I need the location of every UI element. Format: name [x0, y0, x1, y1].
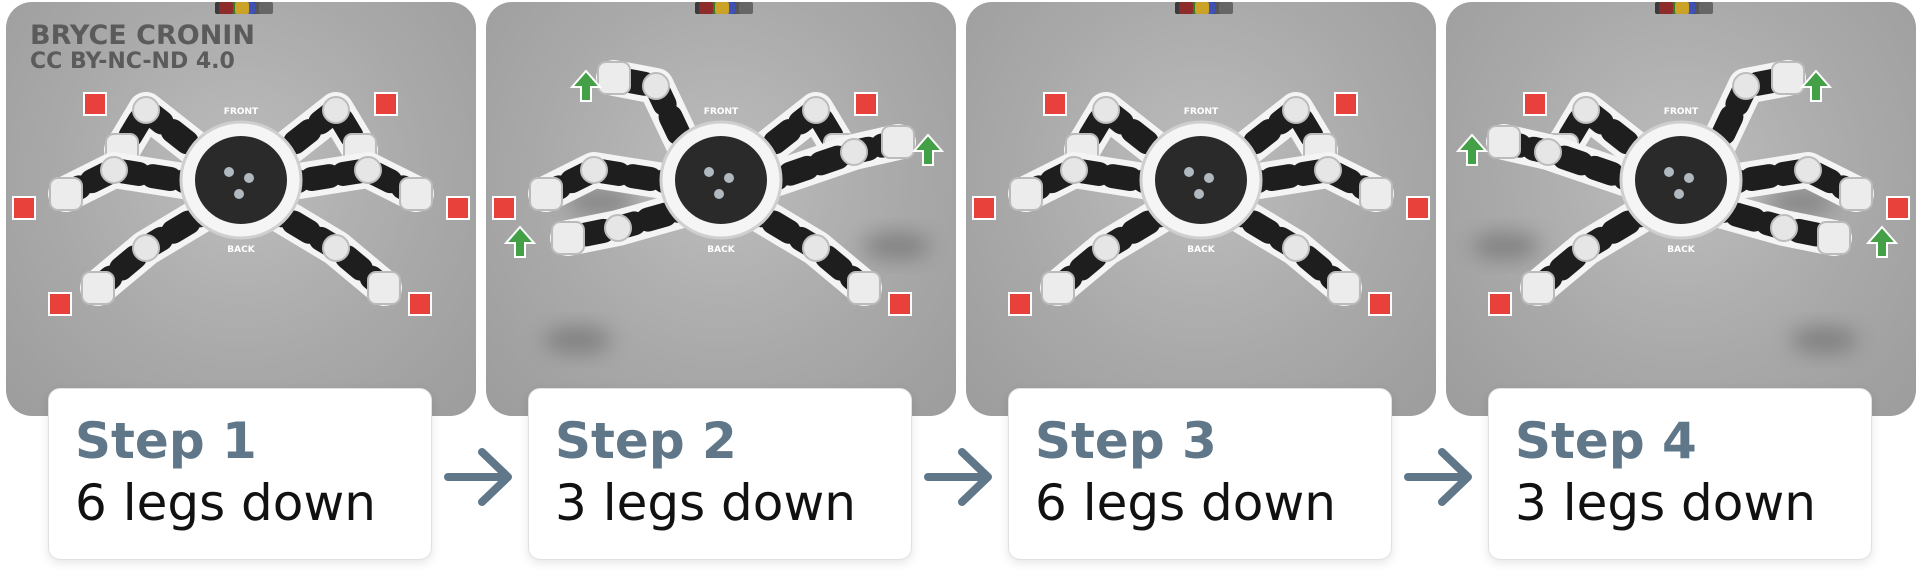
red-square-icon: [1523, 92, 1547, 116]
step-2-card: Step 2 3 legs down: [528, 388, 912, 560]
step-2-photo: FRONT BACK: [486, 2, 956, 416]
front-label: FRONT: [1664, 107, 1699, 117]
step-2-description: 3 legs down: [555, 474, 856, 532]
back-label: BACK: [227, 245, 255, 255]
step-4-description: 3 legs down: [1515, 474, 1816, 532]
robot-body: [1139, 2, 1263, 240]
red-square-icon: [12, 196, 36, 220]
hexapod-robot: FRONT BACK: [972, 2, 1430, 316]
credit-license: CC BY-NC-ND 4.0: [30, 49, 235, 74]
right-arrow-icon: [444, 448, 512, 506]
step-4-title: Step 4: [1515, 412, 1697, 470]
red-square-icon: [446, 196, 470, 220]
red-square-icon: [854, 92, 878, 116]
red-square-icon: [888, 292, 912, 316]
step-2-title: Step 2: [555, 412, 737, 470]
step-3-description: 6 legs down: [1035, 474, 1336, 532]
right-arrow-icon: [924, 448, 992, 506]
right-arrow-icon: [1404, 448, 1472, 506]
front-label: FRONT: [704, 107, 739, 117]
green-up-arrow-icon: [503, 225, 537, 258]
hexapod-robot: FRONT BACK: [492, 2, 945, 354]
red-square-icon: [1334, 92, 1358, 116]
back-label: BACK: [1667, 245, 1695, 255]
red-square-icon: [408, 292, 432, 316]
credit-label: BRYCE CRONIN CC BY-NC-ND 4.0: [30, 22, 255, 73]
red-square-icon: [1406, 196, 1430, 220]
credit-author: BRYCE CRONIN: [30, 20, 255, 51]
red-square-icon: [1043, 92, 1067, 116]
red-square-icon: [972, 196, 996, 220]
red-square-icon: [1488, 292, 1512, 316]
step-1-card: Step 1 6 legs down: [48, 388, 432, 560]
step-3-title: Step 3: [1035, 412, 1217, 470]
hexapod-robot: FRONT BACK: [1455, 2, 1910, 354]
red-square-icon: [1008, 292, 1032, 316]
step-1-description: 6 legs down: [75, 474, 376, 532]
red-square-icon: [374, 92, 398, 116]
red-square-icon: [492, 196, 516, 220]
front-label: FRONT: [224, 107, 259, 117]
step-4-photo: FRONT BACK: [1446, 2, 1916, 416]
step-3-photo: FRONT BACK: [966, 2, 1436, 416]
step-1-title: Step 1: [75, 412, 257, 470]
green-up-arrow-icon: [1455, 133, 1489, 166]
step-3-card: Step 3 6 legs down: [1008, 388, 1392, 560]
back-label: BACK: [707, 245, 735, 255]
red-square-icon: [48, 292, 72, 316]
green-up-arrow-icon: [569, 69, 603, 102]
red-square-icon: [1886, 196, 1910, 220]
green-up-arrow-icon: [911, 133, 945, 166]
step-4-card: Step 4 3 legs down: [1488, 388, 1872, 560]
back-label: BACK: [1187, 245, 1215, 255]
red-square-icon: [83, 92, 107, 116]
green-up-arrow-icon: [1865, 225, 1899, 258]
front-label: FRONT: [1184, 107, 1219, 117]
green-up-arrow-icon: [1799, 69, 1833, 102]
step-1-photo: BRYCE CRONIN CC BY-NC-ND 4.0 FRONT BACK: [6, 2, 476, 416]
red-square-icon: [1368, 292, 1392, 316]
